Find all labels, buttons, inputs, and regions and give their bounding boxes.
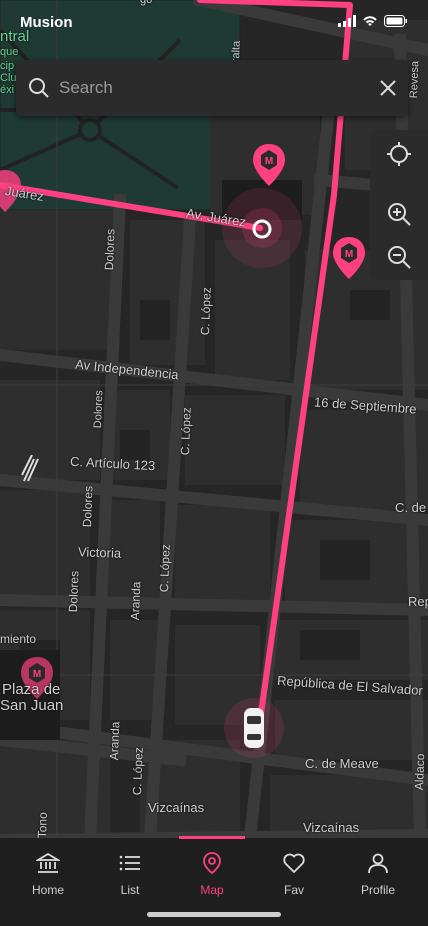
street-label: C. López <box>157 543 173 593</box>
street-label: Aranda <box>128 581 144 621</box>
search-bar[interactable]: Search <box>16 60 408 116</box>
street-label: C. López <box>178 406 194 456</box>
svg-text:M: M <box>345 249 353 260</box>
locate-icon[interactable] <box>386 141 412 167</box>
zoom-out-icon[interactable] <box>386 244 412 270</box>
list-icon <box>119 855 140 871</box>
street-label: Aldaco <box>412 753 428 791</box>
street-label: Revesa <box>408 60 422 99</box>
heart-icon <box>283 853 305 874</box>
map-pin-icon <box>203 852 221 875</box>
status-bar: Musion <box>0 0 428 44</box>
tab-map[interactable]: Map <box>169 836 255 908</box>
street-label: Vizcaínas <box>303 820 360 835</box>
street-label: Dolores <box>80 485 96 528</box>
place-label: cip <box>0 60 15 72</box>
active-tab-indicator <box>179 836 245 839</box>
search-input[interactable]: Search <box>59 78 113 98</box>
street-label: C. de Meave <box>305 756 379 771</box>
svg-text:M: M <box>265 156 273 167</box>
tab-label: Home <box>31 883 64 897</box>
zoom-in-icon[interactable] <box>386 201 412 227</box>
map-marker-icon[interactable]: M <box>330 235 368 281</box>
map-canvas <box>0 0 428 838</box>
place-label: que <box>0 46 19 58</box>
wifi-icon <box>363 16 377 26</box>
street-label: Aranda <box>107 721 123 761</box>
map-view[interactable]: M M M Av Independencia 16 de Septiembre … <box>0 0 428 838</box>
street-label: miento <box>0 632 37 646</box>
battery-icon <box>384 15 407 27</box>
street-label: Victoria <box>77 544 122 561</box>
street-label: Tono <box>35 811 50 838</box>
street-label: Dolores <box>102 228 118 271</box>
street-label: Vizcaínas <box>148 800 205 815</box>
map-marker-icon[interactable]: M <box>250 142 288 188</box>
tab-list[interactable]: List <box>87 838 173 908</box>
street-label: Dolores <box>66 570 82 613</box>
tab-fav[interactable]: Fav <box>251 838 337 908</box>
place-label: éxi <box>0 84 15 96</box>
stairs-icon <box>21 455 39 482</box>
street-label: C. de <box>395 500 427 515</box>
close-icon[interactable] <box>378 78 398 98</box>
place-label: Clu <box>0 72 17 84</box>
tab-label: Profile <box>360 883 395 897</box>
street-label: Rep <box>408 594 428 609</box>
bank-icon <box>36 852 60 873</box>
place-label: Plaza de <box>2 681 61 698</box>
car-icon <box>244 708 264 748</box>
street-label: Dolores <box>92 390 106 429</box>
tab-profile[interactable]: Profile <box>335 838 421 908</box>
tab-label: List <box>120 883 140 897</box>
map-controls <box>370 130 428 280</box>
tab-label: Map <box>200 883 224 897</box>
svg-text:M: M <box>33 669 41 680</box>
status-time: Musion <box>20 14 73 31</box>
user-icon <box>368 853 388 874</box>
street-label: C. López <box>198 286 214 336</box>
tab-home[interactable]: Home <box>5 838 91 908</box>
tab-label: Fav <box>283 883 304 897</box>
street-label: C. López <box>130 746 146 796</box>
place-label: San Juan <box>0 697 64 714</box>
search-icon <box>29 78 49 98</box>
signal-icon <box>338 15 356 27</box>
home-indicator <box>147 912 281 917</box>
